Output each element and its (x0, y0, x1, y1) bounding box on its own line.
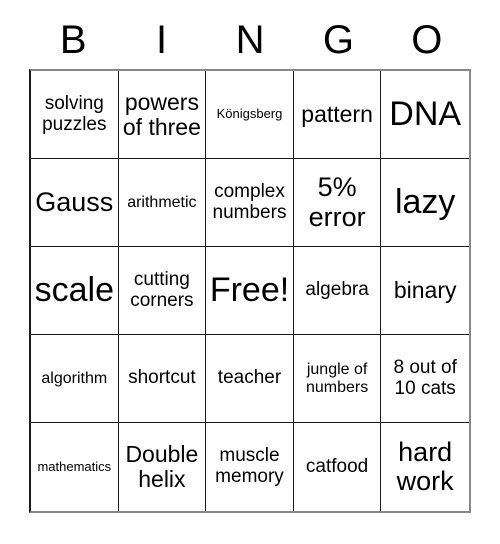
bingo-cell-label: algorithm (41, 369, 108, 387)
bingo-header-cell-o: O (383, 0, 471, 69)
bingo-cell-label: complex numbers (212, 180, 287, 223)
bingo-cell-label: powers of three (122, 88, 201, 140)
bingo-cell-label: 8 out of 10 cats (393, 356, 457, 399)
bingo-cell-label: Gauss (35, 186, 114, 217)
bingo-cell-label: hard work (396, 436, 454, 496)
bingo-cell-label: solving puzzles (42, 92, 107, 135)
bingo-cell-label: cutting corners (130, 268, 194, 311)
bingo-cell-label: teacher (217, 367, 282, 389)
bingo-card: B I N G O solving puzzles powers of three… (29, 0, 471, 513)
bingo-header-letter-o: O (411, 18, 443, 62)
bingo-header-cell-b: B (29, 0, 117, 69)
bingo-cell[interactable]: mathematics (31, 423, 119, 511)
bingo-cell-label: jungle of numbers (305, 361, 369, 396)
bingo-cell-label: Free! (209, 271, 290, 310)
bingo-header-cell-i: I (117, 0, 205, 69)
bingo-header-letter-n: N (235, 18, 265, 62)
bingo-cell[interactable]: teacher (206, 335, 294, 423)
bingo-header-letter-b: B (59, 18, 87, 62)
bingo-cell[interactable]: pattern (293, 71, 382, 159)
bingo-cell-label: arithmetic (127, 193, 197, 211)
bingo-free-space-cell[interactable]: Free! (206, 247, 294, 335)
bingo-cell-label: shortcut (128, 367, 196, 389)
bingo-grid: solving puzzles powers of three Königsberg… (29, 69, 471, 513)
bingo-header-letter-i: I (156, 18, 168, 62)
bingo-cell[interactable]: jungle of numbers (293, 335, 382, 423)
bingo-header: B I N G O (29, 0, 471, 69)
bingo-cell[interactable]: solving puzzles (31, 71, 119, 159)
bingo-cell-label: Königsberg (216, 106, 283, 122)
bingo-cell-label: binary (393, 277, 457, 304)
bingo-cell-label: scale (34, 271, 114, 310)
bingo-header-cell-g: G (294, 0, 382, 69)
bingo-cell-label: lazy (394, 183, 456, 222)
bingo-cell-label: muscle memory (215, 445, 284, 487)
bingo-cell[interactable]: complex numbers (206, 159, 294, 247)
bingo-cell-label: Double helix (125, 441, 199, 492)
bingo-cell[interactable]: powers of three (118, 71, 207, 159)
bingo-cell[interactable]: binary (381, 247, 469, 335)
bingo-header-letter-g: G (322, 18, 354, 62)
bingo-cell-label: 5% error (308, 172, 366, 232)
bingo-cell[interactable]: Königsberg (206, 71, 294, 159)
bingo-cell[interactable]: cutting corners (118, 247, 207, 335)
bingo-cell[interactable]: 8 out of 10 cats (381, 335, 469, 423)
bingo-cell[interactable]: hard work (381, 423, 469, 511)
bingo-cell-label: mathematics (37, 458, 112, 474)
bingo-cell[interactable]: arithmetic (118, 159, 207, 247)
bingo-cell[interactable]: DNA (381, 71, 469, 159)
bingo-cell[interactable]: muscle memory (206, 423, 294, 511)
bingo-cell-label: catfood (305, 455, 369, 477)
bingo-cell[interactable]: scale (31, 247, 119, 335)
bingo-cell[interactable]: lazy (381, 159, 469, 247)
bingo-cell[interactable]: Gauss (31, 159, 119, 247)
bingo-cell[interactable]: shortcut (118, 335, 207, 423)
bingo-cell[interactable]: algebra (293, 247, 382, 335)
bingo-cell-label: pattern (301, 101, 373, 128)
bingo-cell[interactable]: algorithm (31, 335, 119, 423)
bingo-cell[interactable]: catfood (293, 423, 382, 511)
bingo-cell-label: DNA (389, 95, 462, 134)
bingo-cell[interactable]: 5% error (293, 159, 382, 247)
bingo-cell-label: algebra (305, 279, 369, 301)
bingo-cell[interactable]: Double helix (118, 423, 207, 511)
bingo-header-cell-n: N (206, 0, 294, 69)
